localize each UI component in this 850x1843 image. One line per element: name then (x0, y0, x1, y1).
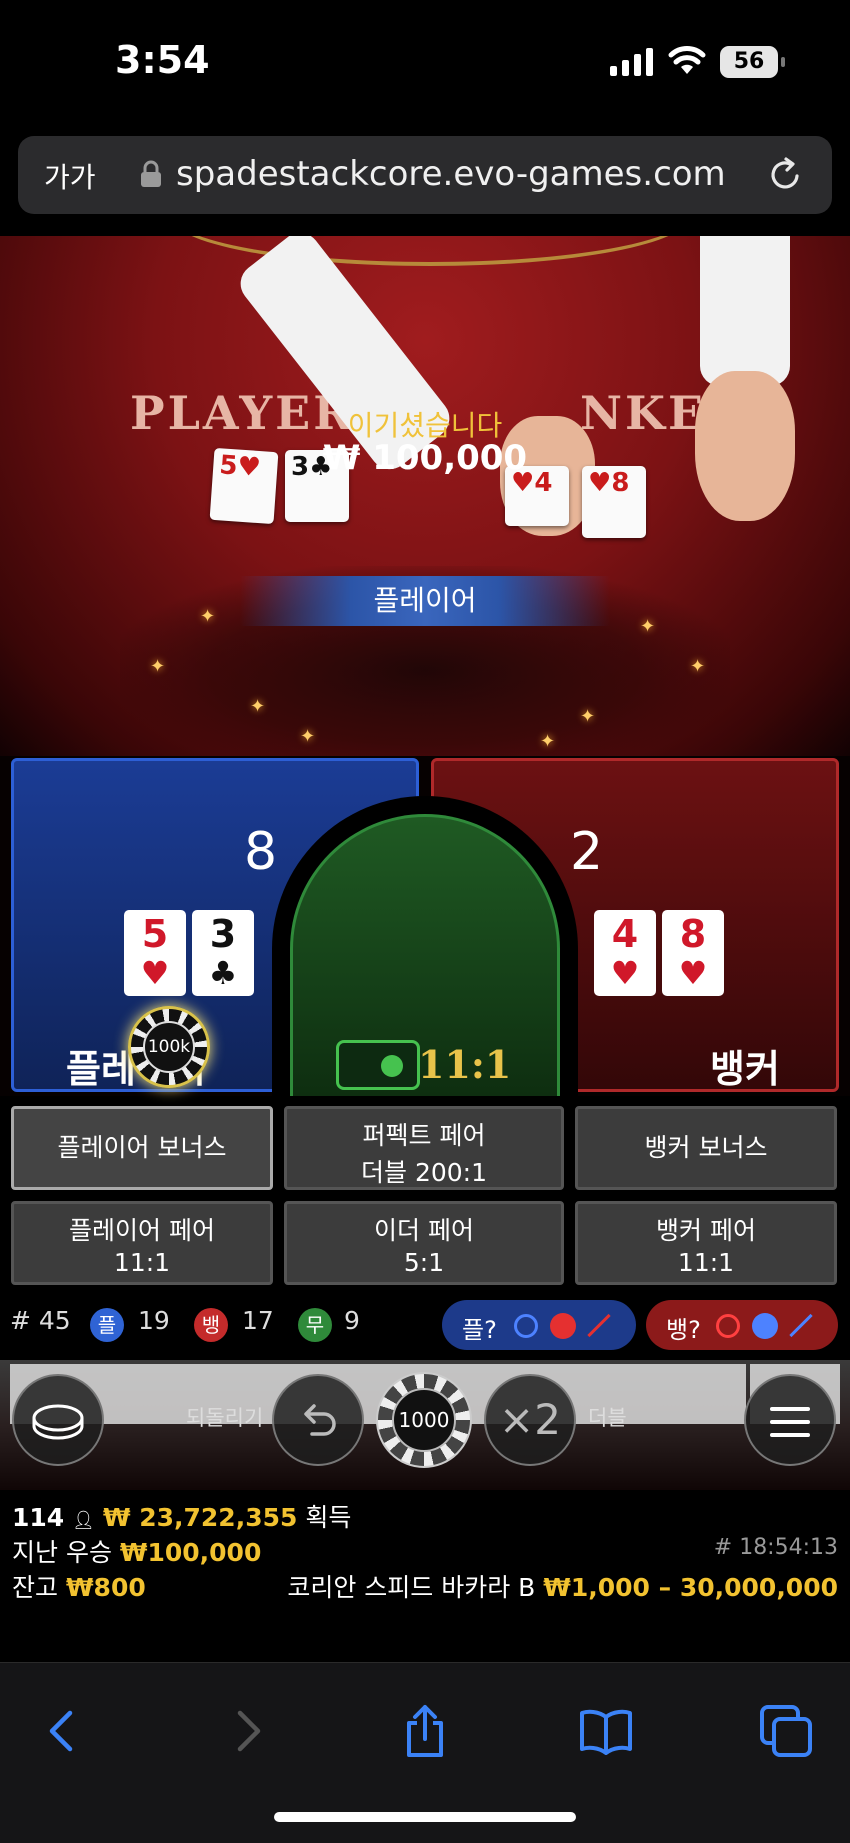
home-indicator[interactable] (274, 1812, 576, 1822)
person-icon: 👤︎ (72, 1510, 95, 1531)
round-timestamp: # 18:54:13 (713, 1535, 838, 1560)
menu-button[interactable] (744, 1374, 836, 1466)
last-win-label: 지난 우승 (12, 1538, 112, 1567)
player-ask-button[interactable]: 플? (442, 1300, 636, 1350)
undo-button[interactable] (272, 1374, 364, 1466)
banker-wins-count: 17 (242, 1306, 274, 1335)
balance: 잔고 ₩800 (12, 1568, 146, 1604)
sparkle-icon: ✦ (300, 726, 316, 747)
player-pair-bet[interactable]: 플레이어 페어 11:1 (11, 1201, 273, 1285)
player-bonus-bet[interactable]: 플레이어 보너스 (11, 1106, 273, 1190)
tie-badge: 무 (298, 1308, 332, 1342)
table-name: 코리안 스피드 바카라 B (287, 1573, 536, 1602)
tie-payout: 11:1 (418, 1042, 512, 1087)
placed-chip: 100k (128, 1006, 210, 1088)
winner-banner: 플레이어 (240, 576, 610, 626)
banker-pair-bet[interactable]: 뱅커 페어 11:1 (575, 1201, 837, 1285)
balance-amount: ₩800 (65, 1573, 146, 1602)
red-circle-icon (716, 1314, 740, 1338)
win-amount: ₩ 100,000 (322, 438, 528, 478)
banker-ask-button[interactable]: 뱅? (646, 1300, 838, 1350)
table-info: 코리안 스피드 바카라 B ₩1,000 – 30,000,000 (287, 1568, 838, 1604)
text-size-button[interactable]: 가가 (44, 156, 96, 196)
sparkle-icon: ✦ (250, 696, 266, 717)
tabs-icon[interactable] (758, 1703, 814, 1759)
bet-controls: 되돌리기 1000 ×2 더블 (0, 1360, 850, 1490)
total-won: ₩ 23,722,355 (102, 1503, 298, 1532)
round-number: # 45 (10, 1306, 71, 1335)
winners-summary: 114 👤︎ ₩ 23,722,355 획득 (12, 1498, 351, 1534)
banker-bonus-bet[interactable]: 뱅커 보너스 (575, 1106, 837, 1190)
address-bar[interactable]: 가가 spadestackcore.evo-games.com (18, 136, 832, 214)
banker-bet-label: 뱅커 (710, 1047, 780, 1091)
dealer-right-arm (700, 236, 790, 386)
red-slash-icon (587, 1313, 611, 1338)
battery-indicator: 56 (720, 46, 785, 78)
status-bar: 3:54 56 (0, 0, 850, 120)
status-time: 3:54 (115, 38, 210, 82)
menu-icon (770, 1407, 810, 1437)
blue-dot-icon (752, 1313, 778, 1339)
double-label: 더블 (588, 1406, 627, 1430)
share-icon[interactable] (397, 1703, 453, 1759)
lock-icon (141, 160, 161, 187)
tie-chip-icon (336, 1040, 420, 1090)
blue-circle-icon (514, 1314, 538, 1338)
table-rim (170, 236, 690, 266)
banker-wins-badge: 뱅 (194, 1308, 228, 1342)
banker-card-2: 8 ♥ (662, 910, 724, 996)
player-card-2: 3 ♣ (192, 910, 254, 996)
lobby-button[interactable] (12, 1374, 104, 1466)
tie-count: 9 (344, 1306, 360, 1335)
forward-icon[interactable] (218, 1703, 274, 1759)
balance-label: 잔고 (12, 1573, 59, 1602)
either-pair-bet[interactable]: 이더 페어 5:1 (284, 1201, 564, 1285)
sparkle-icon: ✦ (640, 616, 656, 637)
back-icon[interactable] (36, 1703, 92, 1759)
red-dot-icon (550, 1313, 576, 1339)
undo-label: 되돌리기 (186, 1406, 264, 1430)
reload-icon[interactable] (766, 156, 804, 194)
sparkle-icon: ✦ (200, 606, 216, 627)
betting-board: 8 2 5♥ 3♣ 4♥ 8♥ 플레이어 뱅커 100k 11:1 (0, 756, 850, 1096)
wifi-icon (668, 46, 706, 74)
chip-selector[interactable]: 1000 (376, 1372, 472, 1468)
blue-slash-icon (789, 1313, 813, 1338)
banker-score: 2 (570, 822, 604, 882)
double-button[interactable]: ×2 (484, 1374, 576, 1466)
player-card-1: 5 ♥ (124, 910, 186, 996)
sparkle-icon: ✦ (580, 706, 596, 727)
sparkle-icon: ✦ (540, 731, 556, 752)
player-score: 8 (244, 822, 278, 882)
bookmarks-icon[interactable] (578, 1703, 634, 1759)
cellular-signal-icon (610, 48, 653, 76)
players-count: 114 (12, 1503, 65, 1532)
undo-icon (304, 1404, 336, 1436)
perfect-pair-bet[interactable]: 퍼펙트 페어 더블 200:1 (284, 1106, 564, 1190)
sparkle-icon: ✦ (150, 656, 166, 677)
chip-stack-icon (32, 1404, 84, 1440)
game-stats: # 45 플 19 뱅 17 무 9 플? 뱅? (0, 1298, 850, 1350)
last-win-amount: ₩100,000 (119, 1538, 262, 1567)
live-video-stream: PLAYER NKER 5♥ 3♣ ♥4 ♥8 ✦ ✦ ✦ ✦ ✦ ✦ ✦ ✦ … (0, 236, 850, 756)
player-wins-badge: 플 (90, 1308, 124, 1342)
last-win: 지난 우승 ₩100,000 (12, 1533, 261, 1569)
banker-card-1: 4 ♥ (594, 910, 656, 996)
total-won-suffix: 획득 (305, 1503, 352, 1532)
url-text[interactable]: spadestackcore.evo-games.com (176, 154, 726, 194)
player-wins-count: 19 (138, 1306, 170, 1335)
sparkle-icon: ✦ (690, 656, 706, 677)
bet-limits: ₩1,000 – 30,000,000 (543, 1573, 838, 1602)
